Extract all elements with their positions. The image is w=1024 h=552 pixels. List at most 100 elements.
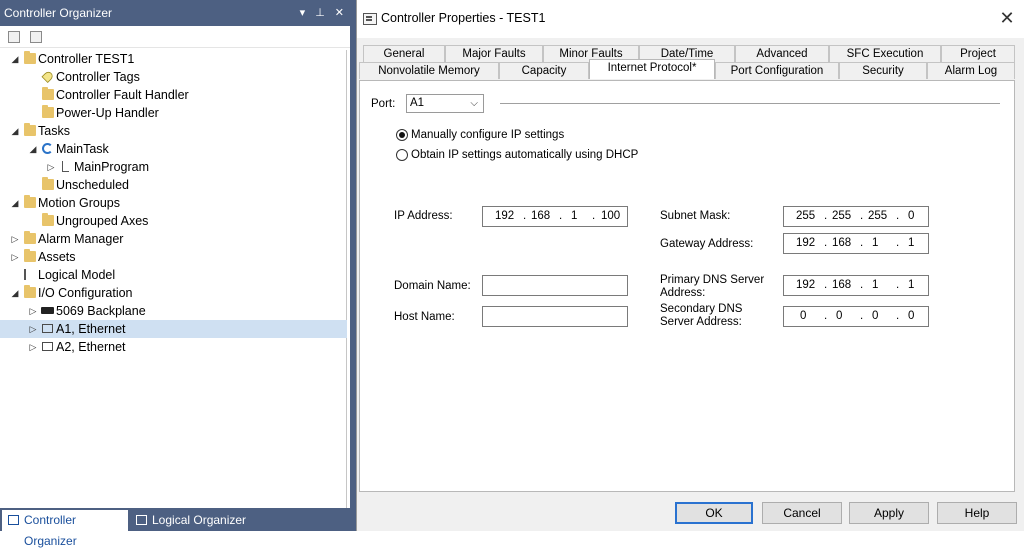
properties-icon (363, 13, 377, 25)
tree-item-a1-ethernet[interactable]: ▷ A1, Ethernet (0, 320, 347, 338)
organizer-title-bar: Controller Organizer ▾ ⊥ ✕ (0, 0, 350, 26)
chevron-down-icon: ⌵ (470, 98, 478, 109)
cancel-button[interactable]: Cancel (762, 502, 842, 524)
folder-icon (24, 123, 36, 136)
gateway-address-field[interactable]: 192 . 168 . 1 . 1 (783, 233, 929, 254)
close-icon[interactable]: ✕ (997, 8, 1017, 28)
expand-all-icon[interactable] (30, 31, 42, 43)
collapse-icon[interactable]: ◢ (28, 140, 38, 158)
controller-organizer-pane: Controller Organizer ▾ ⊥ ✕ ◢ Controller … (0, 0, 350, 548)
tab-sfc-execution[interactable]: SFC Execution (829, 45, 941, 62)
tree-item-ungrouped-axes[interactable]: Ungrouped Axes (0, 212, 347, 230)
ip-address-label: IP Address: (394, 210, 453, 222)
folder-icon (24, 285, 36, 298)
tree-item-maintask[interactable]: ◢ MainTask (0, 140, 347, 158)
tab-port-configuration[interactable]: Port Configuration (715, 62, 839, 79)
radio-dhcp[interactable]: Obtain IP settings automatically using D… (396, 148, 638, 164)
tree-item-tasks[interactable]: ◢ Tasks (0, 122, 347, 140)
primary-dns-label: Primary DNS Server Address: (660, 274, 765, 299)
ip-address-field[interactable]: 192 . 168 . 1 . 100 (482, 206, 628, 227)
expand-icon[interactable]: ▷ (10, 230, 20, 248)
tree-item-5069-backplane[interactable]: ▷ 5069 Backplane (0, 302, 347, 320)
collapse-icon[interactable]: ◢ (10, 122, 20, 140)
port-select[interactable]: A1 ⌵ (406, 94, 484, 113)
program-icon (62, 161, 69, 172)
tab-logical-organizer[interactable]: Logical Organizer (130, 510, 250, 531)
tab-nonvolatile-memory[interactable]: Nonvolatile Memory (359, 62, 499, 79)
backplane-icon (41, 307, 54, 314)
port-label: Port: (371, 98, 396, 110)
radio-manual-ip[interactable]: Manually configure IP settings (396, 128, 564, 144)
apply-button[interactable]: Apply (849, 502, 929, 524)
ok-button[interactable]: OK (675, 502, 753, 524)
expand-icon[interactable]: ▷ (28, 320, 38, 338)
gateway-address-label: Gateway Address: (660, 238, 754, 250)
expand-icon[interactable]: ▷ (10, 248, 20, 266)
tab-internet-protocol[interactable]: Internet Protocol* (589, 59, 715, 79)
radio-dot[interactable] (396, 129, 408, 141)
organizer-title: Controller Organizer (4, 6, 113, 20)
ethernet-network-icon (42, 342, 53, 351)
tab-alarm-log[interactable]: Alarm Log (927, 62, 1015, 79)
divider (500, 103, 1000, 104)
tree-item-unscheduled[interactable]: Unscheduled (0, 176, 347, 194)
close-icon[interactable]: ✕ (335, 0, 344, 26)
tree-item-motion-groups[interactable]: ◢ Motion Groups (0, 194, 347, 212)
folder-icon (42, 87, 54, 100)
secondary-dns-field[interactable]: 0 . 0 . 0 . 0 (783, 306, 929, 327)
host-name-label: Host Name: (394, 311, 455, 323)
tab-security[interactable]: Security (839, 62, 927, 79)
host-name-field[interactable] (482, 306, 628, 327)
folder-icon (42, 105, 54, 118)
tree-item-a2-ethernet[interactable]: ▷ A2, Ethernet (0, 338, 347, 356)
folder-icon (24, 249, 36, 262)
collapse-icon[interactable]: ◢ (10, 50, 20, 68)
organizer-bottom-tabs: Controller Organizer Logical Organizer (0, 508, 350, 548)
tree-item-assets[interactable]: ▷ Assets (0, 248, 347, 266)
collapse-icon[interactable]: ◢ (10, 284, 20, 302)
expand-icon[interactable]: ▷ (46, 158, 56, 176)
domain-name-label: Domain Name: (394, 280, 471, 292)
pin-icon[interactable]: ⊥ (315, 0, 325, 26)
controller-properties-dialog: Controller Properties - TEST1 ✕ General … (356, 0, 1024, 531)
tree-item-alarm-manager[interactable]: ▷ Alarm Manager (0, 230, 347, 248)
ethernet-network-icon (42, 324, 53, 333)
logical-organizer-icon (136, 515, 147, 525)
tab-advanced[interactable]: Advanced (735, 45, 829, 62)
folder-icon (42, 177, 54, 190)
primary-dns-field[interactable]: 192 . 168 . 1 . 1 (783, 275, 929, 296)
tree-item-io-configuration[interactable]: ◢ I/O Configuration (0, 284, 347, 302)
subnet-mask-field[interactable]: 255 . 255 . 255 . 0 (783, 206, 929, 227)
collapse-icon[interactable]: ◢ (10, 194, 20, 212)
dropdown-icon[interactable]: ▾ (300, 0, 306, 26)
controller-organizer-icon (8, 515, 19, 525)
folder-icon (42, 213, 54, 226)
tab-controller-organizer[interactable]: Controller Organizer (2, 510, 128, 548)
domain-name-field[interactable] (482, 275, 628, 296)
tab-general[interactable]: General (363, 45, 445, 62)
organizer-toolbar (0, 26, 350, 48)
expand-icon[interactable]: ▷ (28, 302, 38, 320)
subnet-mask-label: Subnet Mask: (660, 210, 731, 222)
tree-item-controller[interactable]: ◢ Controller TEST1 (0, 50, 347, 68)
tree-item-power-up-handler[interactable]: Power-Up Handler (0, 104, 347, 122)
tab-project[interactable]: Project (941, 45, 1015, 62)
expand-icon[interactable]: ▷ (28, 338, 38, 356)
radio-dot[interactable] (396, 149, 408, 161)
tab-capacity[interactable]: Capacity (499, 62, 589, 79)
logical-model-icon (24, 269, 36, 280)
task-icon (42, 143, 53, 154)
collapse-all-icon[interactable] (8, 31, 20, 43)
dialog-title-bar: Controller Properties - TEST1 ✕ (357, 0, 1024, 38)
help-button[interactable]: Help (937, 502, 1017, 524)
tree-item-controller-tags[interactable]: Controller Tags (0, 68, 347, 86)
internet-protocol-panel: Port: A1 ⌵ Manually configure IP setting… (359, 80, 1015, 492)
controller-icon (24, 51, 36, 64)
tree-item-mainprogram[interactable]: ▷ MainProgram (0, 158, 347, 176)
tab-major-faults[interactable]: Major Faults (445, 45, 543, 62)
folder-icon (24, 195, 36, 208)
tree-item-controller-fault-handler[interactable]: Controller Fault Handler (0, 86, 347, 104)
tree-item-logical-model[interactable]: Logical Model (0, 266, 347, 284)
tag-icon (41, 69, 55, 84)
organizer-tree: ◢ Controller TEST1 Controller Tags Contr… (0, 50, 347, 508)
